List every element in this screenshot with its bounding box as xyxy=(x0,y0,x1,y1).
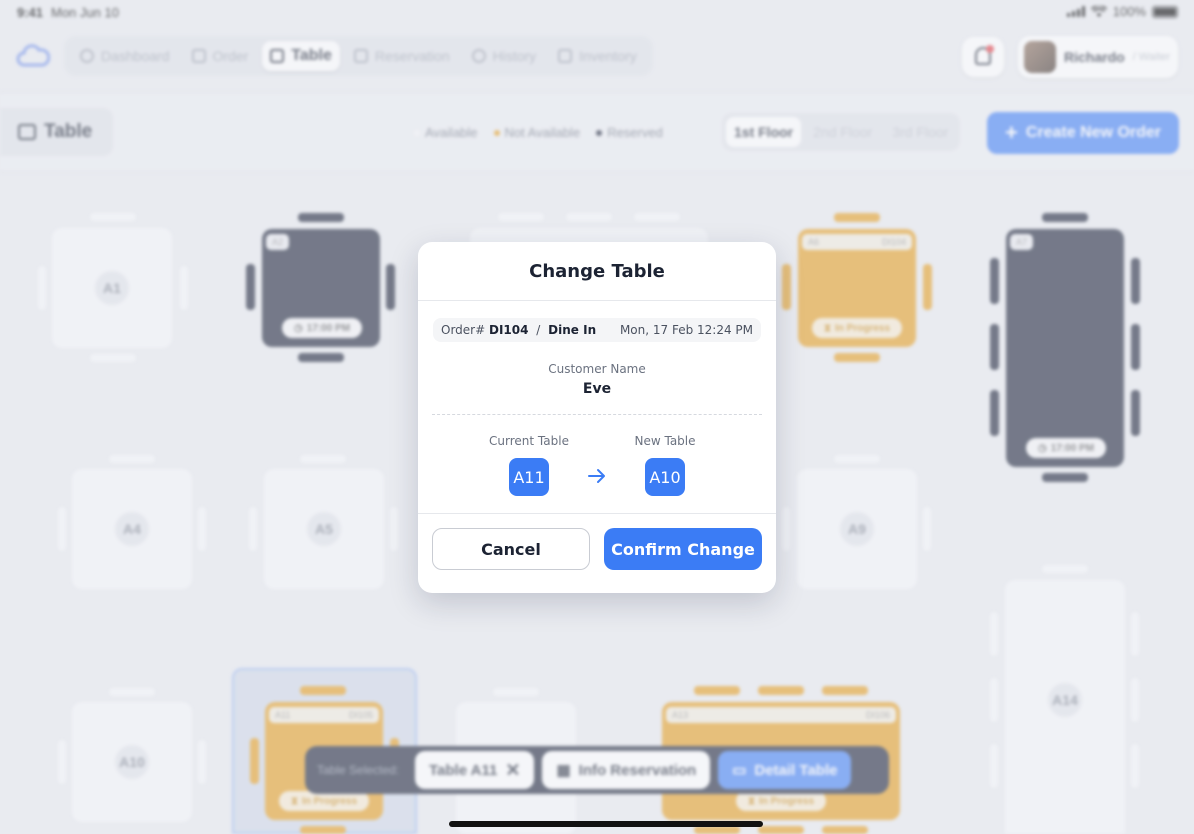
order-summary: Order# DI104 / Dine In xyxy=(441,323,596,337)
order-prefix: Order# xyxy=(441,323,486,337)
divider xyxy=(418,300,776,301)
order-id: DI104 xyxy=(488,323,529,337)
customer-name-label: Customer Name xyxy=(548,362,646,376)
order-type: Dine In xyxy=(548,323,597,337)
dialog-title: Change Table xyxy=(529,261,665,282)
current-table-chip: A11 xyxy=(509,458,549,496)
new-table-chip: A10 xyxy=(645,458,685,496)
customer-name: Eve xyxy=(582,381,612,397)
change-table-dialog: Change Table Order# DI104 / Dine In Mon,… xyxy=(418,242,776,593)
dashed-divider xyxy=(432,414,762,415)
order-date: Mon, 17 Feb 12:24 PM xyxy=(619,323,753,337)
current-table-label: Current Table xyxy=(489,434,569,448)
arrow-right-icon xyxy=(588,469,605,483)
order-separator: / xyxy=(536,323,541,337)
order-info-row: Order# DI104 / Dine In Mon, 17 Feb 12:24… xyxy=(433,318,761,342)
confirm-change-button[interactable]: Confirm Change xyxy=(604,528,762,570)
divider xyxy=(418,513,776,514)
cancel-button[interactable]: Cancel xyxy=(432,528,590,570)
home-indicator[interactable] xyxy=(449,821,763,827)
new-table-label: New Table xyxy=(634,434,696,448)
